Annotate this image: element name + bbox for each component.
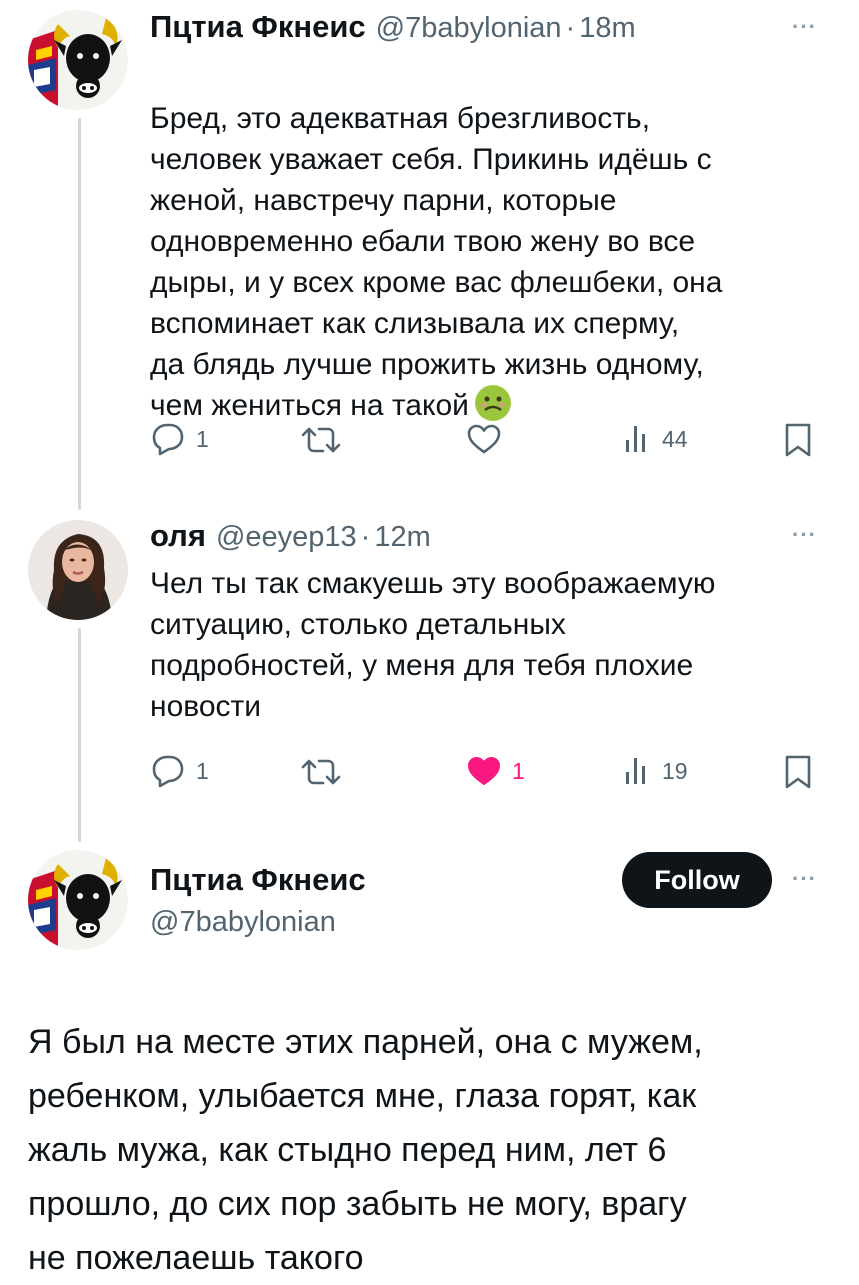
more-icon[interactable]: ··· [792, 522, 817, 548]
main-tweet-text: Я был на месте этих парней, она с мужем,… [28, 1023, 703, 1277]
reply-icon [152, 755, 184, 788]
tweet-text: Чел ты так смакуешь эту воображаемую сит… [150, 567, 716, 723]
retweet-icon [301, 427, 341, 453]
author-handle[interactable]: @eeyep13 [216, 521, 357, 554]
views-button[interactable]: 19 [624, 756, 688, 786]
user-photo-avatar [28, 520, 128, 620]
bookmark-button[interactable] [784, 754, 812, 790]
author-handle[interactable]: @7babylonian [150, 906, 336, 939]
author-name[interactable]: Пцтиа Фкнеис [150, 862, 366, 898]
like-button[interactable]: 1 [466, 755, 525, 787]
bull-avatar-icon [28, 850, 128, 950]
views-button[interactable]: 44 [624, 424, 688, 454]
reply-button[interactable]: 1 [150, 422, 209, 456]
tweet-text-content: Бред, это адекватная брезгливость, челов… [150, 102, 723, 422]
retweet-icon [301, 759, 341, 785]
reply-button[interactable]: 1 [150, 754, 209, 788]
author-handle[interactable]: @7babylonian [376, 12, 562, 45]
thread-line-1 [78, 118, 81, 510]
more-icon[interactable]: ··· [792, 14, 817, 40]
views-icon [626, 758, 645, 784]
separator-dot: · [565, 12, 576, 44]
follow-button[interactable]: Follow [622, 852, 772, 908]
thread-line-2 [78, 628, 81, 842]
tweet-header: Пцтиа Фкнеис @7babylonian · 18m [150, 9, 636, 45]
tweet-header: оля @eeyep13 · 12m [150, 518, 431, 554]
like-icon [467, 424, 501, 454]
author-name[interactable]: оля [150, 518, 206, 554]
nauseated-face-emoji [474, 385, 511, 421]
like-button[interactable] [466, 423, 512, 455]
avatar[interactable] [28, 850, 128, 950]
retweet-button[interactable] [300, 756, 352, 788]
like-icon-filled [468, 757, 500, 785]
reply-count: 1 [196, 425, 209, 452]
views-icon [626, 426, 645, 452]
views-count: 19 [662, 757, 688, 784]
more-icon[interactable]: ··· [792, 866, 817, 892]
retweet-button[interactable] [300, 424, 352, 456]
bookmark-button[interactable] [784, 422, 812, 458]
bull-avatar-icon [28, 10, 128, 110]
avatar[interactable] [28, 10, 128, 110]
tweet-text: Бред, это адекватная брезгливость, челов… [150, 57, 840, 426]
author-name[interactable]: Пцтиа Фкнеис [150, 9, 366, 45]
reply-count: 1 [196, 757, 209, 784]
views-count: 44 [662, 425, 688, 452]
timestamp[interactable]: 18m [579, 12, 635, 45]
avatar[interactable] [28, 520, 128, 620]
timestamp[interactable]: 12m [374, 521, 430, 554]
reply-icon [152, 423, 184, 456]
separator-dot: · [360, 521, 371, 553]
bookmark-icon [785, 755, 811, 789]
bookmark-icon [785, 423, 811, 457]
like-count: 1 [512, 757, 525, 784]
